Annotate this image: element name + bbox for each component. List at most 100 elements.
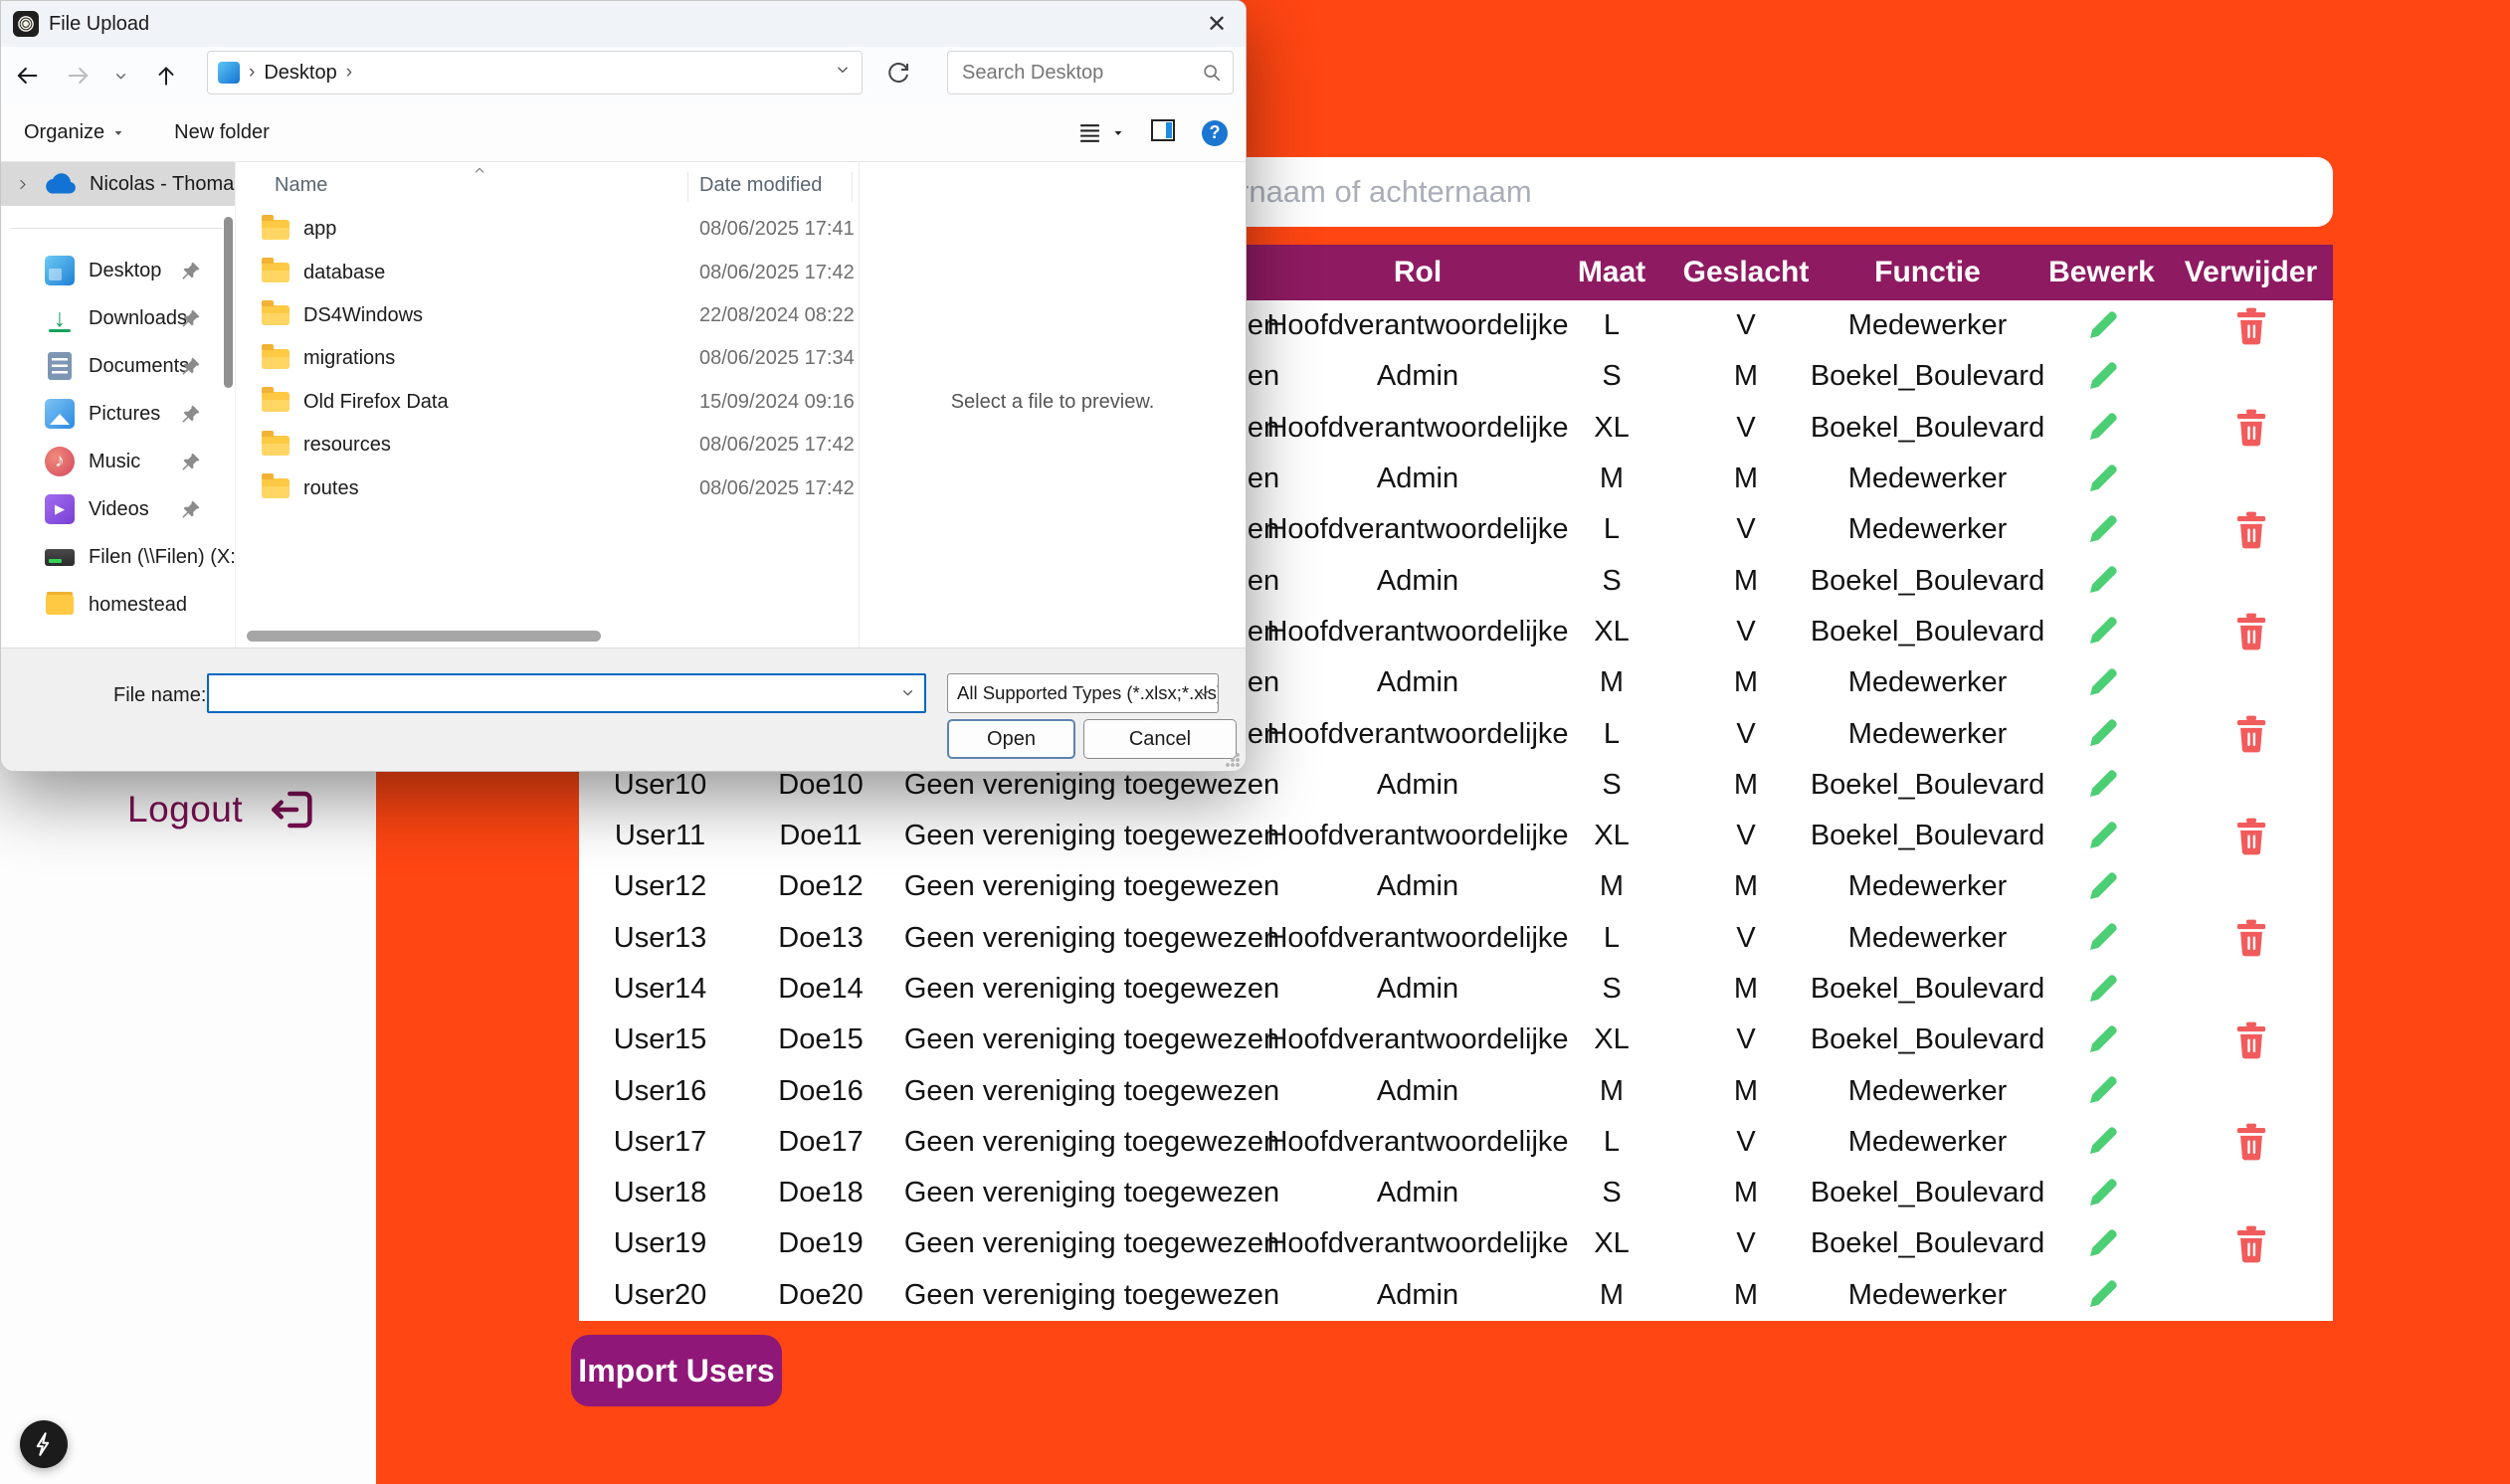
file-list-row-database[interactable]: database 08/06/2025 17:42 [236, 251, 859, 293]
column-divider[interactable] [852, 172, 853, 202]
edit-user-button[interactable] [2034, 1176, 2169, 1211]
drive-icon [45, 549, 75, 566]
cell-voornaam: User13 [579, 922, 741, 955]
dialog-sidebar-item-documents[interactable]: Documents [1, 342, 235, 390]
address-dropdown-icon[interactable] [834, 61, 852, 85]
help-icon[interactable]: ? [1202, 120, 1228, 146]
new-folder-button[interactable]: New folder [174, 121, 270, 144]
edit-user-button[interactable] [2034, 308, 2169, 344]
cell-maat: L [1552, 922, 1671, 955]
edit-user-button[interactable] [2034, 1124, 2169, 1160]
edit-user-button[interactable] [2034, 1022, 2169, 1058]
delete-user-button[interactable] [2169, 1020, 2333, 1060]
column-header-name[interactable]: Name [275, 174, 327, 197]
cell-vereniging: Geen vereniging toegewezen [900, 1227, 1283, 1260]
edit-pencil-icon [2084, 614, 2120, 649]
delete-user-button[interactable] [2169, 612, 2333, 651]
cell-rol: Hoofdverantwoordelijke [1283, 513, 1552, 546]
file-list-row-ds4windows[interactable]: DS4Windows 22/08/2024 08:22 [236, 294, 859, 337]
horizontal-scrollbar[interactable] [247, 631, 601, 642]
dialog-sidebar-item-filen-filen-x[interactable]: Filen (\\Filen) (X:) [1, 533, 235, 581]
edit-user-button[interactable] [2034, 512, 2169, 548]
edit-user-button[interactable] [2034, 563, 2169, 599]
delete-user-button[interactable] [2169, 1224, 2333, 1264]
dialog-title-bar[interactable]: File Upload ✕ [1, 1, 1246, 47]
file-list-row-resources[interactable]: resources 08/06/2025 17:42 [236, 424, 859, 466]
column-header-date-modified[interactable]: Date modified [699, 174, 822, 197]
import-users-button[interactable]: Import Users [571, 1335, 782, 1406]
cell-maat: XL [1552, 616, 1671, 649]
delete-user-button[interactable] [2169, 918, 2333, 958]
cell-geslacht: M [1671, 769, 1821, 802]
file-name-combobox[interactable] [207, 673, 926, 713]
dialog-sidebar-item-onedrive-user[interactable]: Nicolas - Thoma [1, 162, 235, 206]
dialog-sidebar-item-music[interactable]: Music [1, 438, 235, 485]
edit-user-button[interactable] [2034, 462, 2169, 497]
delete-user-button[interactable] [2169, 510, 2333, 550]
file-name: migrations [303, 347, 395, 370]
cell-functie: Medewerker [1821, 870, 2034, 903]
edit-user-button[interactable] [2034, 1226, 2169, 1262]
view-mode-button[interactable] [1077, 120, 1124, 145]
file-list-row-app[interactable]: app 08/06/2025 17:41 [236, 208, 859, 251]
recent-pages-chevron-icon[interactable] [108, 61, 132, 91]
edit-user-button[interactable] [2034, 1277, 2169, 1313]
edit-user-button[interactable] [2034, 920, 2169, 956]
address-bar[interactable]: › Desktop › [207, 51, 863, 94]
edit-user-button[interactable] [2034, 1073, 2169, 1109]
delete-user-button[interactable] [2169, 817, 2333, 856]
refresh-icon[interactable] [880, 57, 916, 93]
sidebar-scrollbar[interactable] [224, 217, 233, 388]
file-list-row-old-firefox-data[interactable]: Old Firefox Data 15/09/2024 09:16 [236, 381, 859, 424]
trash-icon [2234, 1224, 2268, 1264]
edit-user-button[interactable] [2034, 665, 2169, 701]
delete-user-button[interactable] [2169, 714, 2333, 754]
edit-user-button[interactable] [2034, 869, 2169, 905]
edit-user-button[interactable] [2034, 359, 2169, 395]
organize-button[interactable]: Organize [24, 121, 124, 144]
chevron-down-icon[interactable] [899, 684, 916, 707]
breadcrumb-desktop[interactable]: Desktop [264, 62, 336, 85]
back-icon[interactable] [11, 61, 43, 91]
dialog-search-input[interactable] [948, 52, 1233, 93]
close-icon[interactable]: ✕ [1194, 1, 1240, 47]
debug-lightning-button[interactable] [20, 1420, 68, 1468]
open-button[interactable]: Open [947, 719, 1075, 759]
file-type-select[interactable]: All Supported Types (*.xlsx;*.xls) [947, 673, 1219, 713]
dialog-search-box[interactable] [947, 51, 1234, 94]
cell-maat: M [1552, 870, 1671, 903]
chevron-down-icon [1112, 127, 1124, 139]
edit-user-button[interactable] [2034, 972, 2169, 1008]
file-name-input[interactable] [209, 675, 924, 711]
resize-grip[interactable] [1225, 752, 1241, 768]
dialog-toolbar: Organize New folder ? [1, 104, 1246, 162]
dialog-sidebar-item-desktop[interactable]: Desktop [1, 247, 235, 294]
file-list-row-routes[interactable]: routes 08/06/2025 17:42 [236, 466, 859, 509]
cell-maat: L [1552, 309, 1671, 342]
dialog-sidebar-item-downloads[interactable]: Downloads [1, 294, 235, 342]
up-icon[interactable] [150, 61, 182, 91]
edit-user-button[interactable] [2034, 410, 2169, 446]
cancel-button[interactable]: Cancel [1083, 719, 1237, 759]
logout-button[interactable]: Logout [127, 786, 316, 834]
edit-user-button[interactable] [2034, 614, 2169, 649]
forward-icon[interactable] [63, 61, 95, 91]
column-divider[interactable] [687, 172, 688, 202]
file-list-row-migrations[interactable]: migrations 08/06/2025 17:34 [236, 337, 859, 380]
preview-pane-button[interactable] [1150, 118, 1176, 148]
dialog-sidebar-item-homestead[interactable]: homestead [1, 581, 235, 629]
edit-user-button[interactable] [2034, 819, 2169, 854]
dialog-sidebar-item-pictures[interactable]: Pictures [1, 390, 235, 438]
trash-icon [2234, 1122, 2268, 1162]
delete-user-button[interactable] [2169, 408, 2333, 448]
edit-user-button[interactable] [2034, 767, 2169, 803]
edit-user-button[interactable] [2034, 716, 2169, 752]
cell-achternaam: Doe10 [741, 769, 900, 802]
cell-functie: Boekel_Boulevard [1821, 565, 2034, 598]
dialog-sidebar-item-videos[interactable]: Videos [1, 485, 235, 533]
cell-functie: Boekel_Boulevard [1821, 973, 2034, 1006]
delete-user-button[interactable] [2169, 1122, 2333, 1162]
delete-user-button[interactable] [2169, 306, 2333, 346]
delete-user-button [2169, 663, 2333, 703]
trash-icon [2234, 612, 2268, 651]
